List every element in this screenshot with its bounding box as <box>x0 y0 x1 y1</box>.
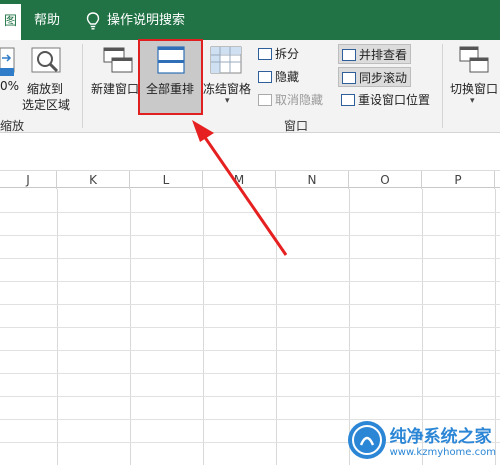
watermark-title: 纯净系统之家 <box>389 427 492 447</box>
watermark: 纯净系统之家 www.kzmyhome.com <box>347 421 496 459</box>
watermark-url: www.kzmyhome.com <box>389 447 496 458</box>
watermark-logo-icon <box>347 421 386 459</box>
annotation-arrow <box>192 120 288 256</box>
